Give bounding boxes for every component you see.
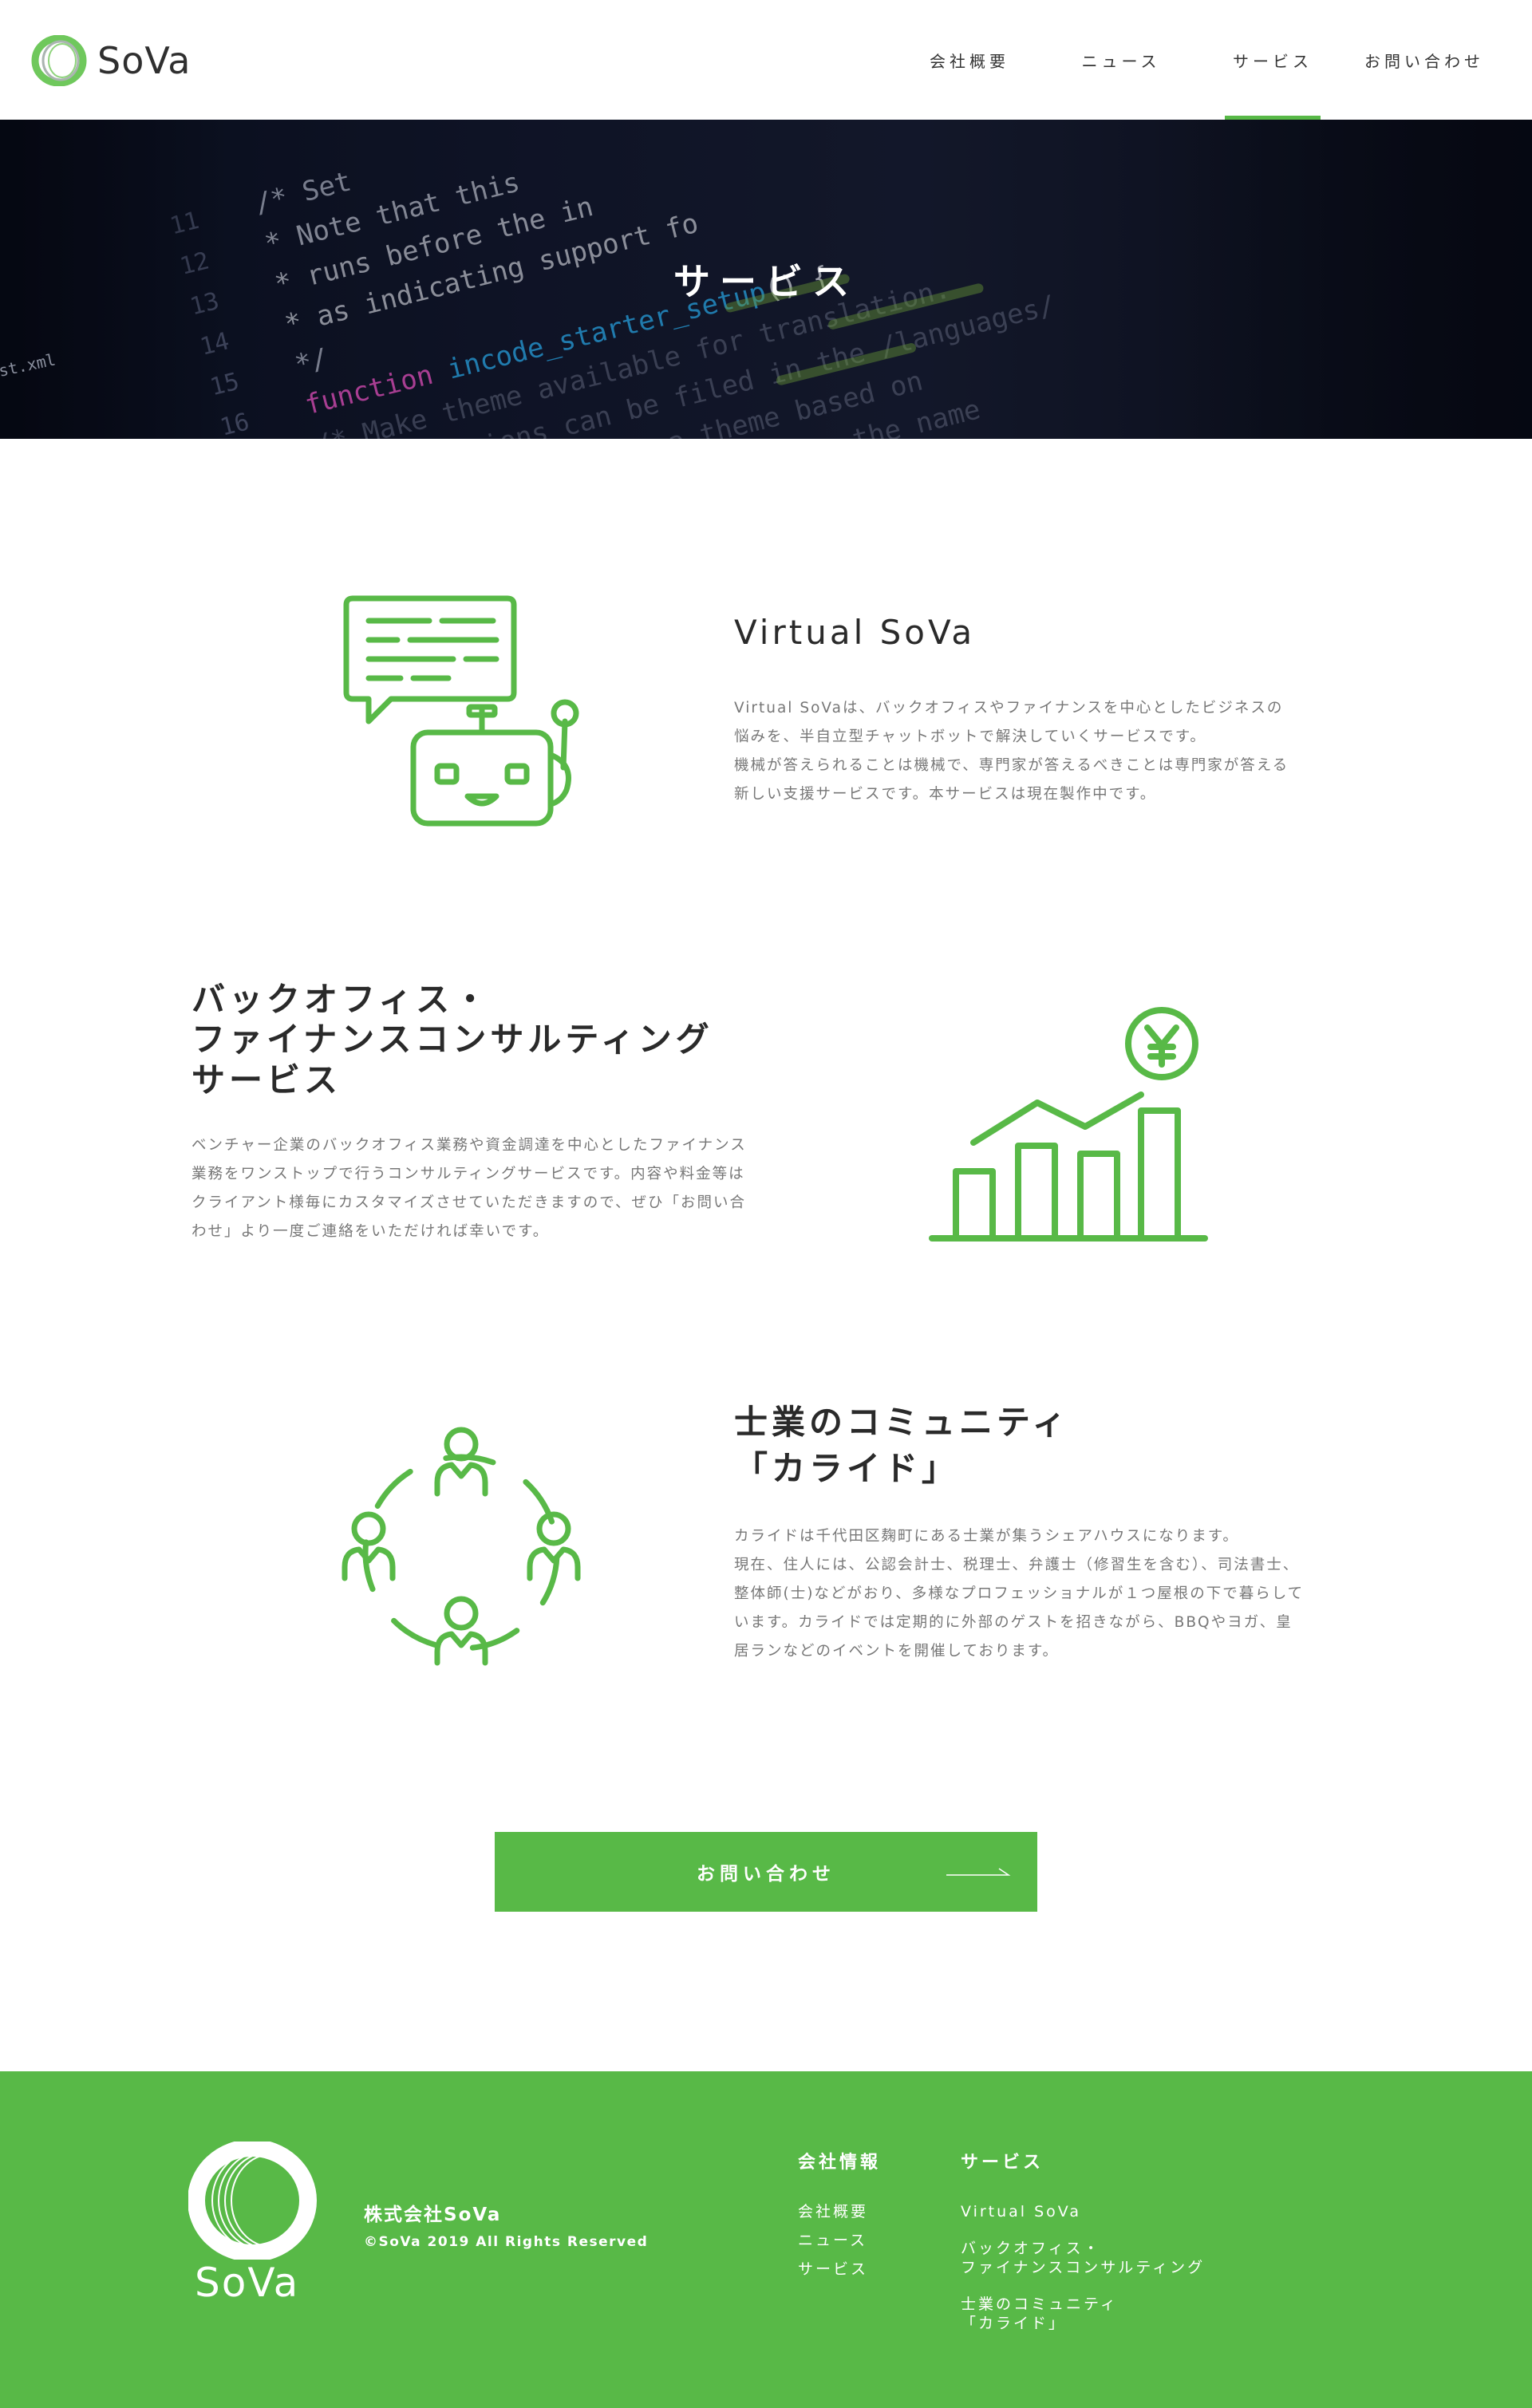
footer-link-virtual-sova[interactable]: Virtual SoVa [961,2202,1205,2221]
service-desc-kalide: カライドは千代田区麹町にある士業が集うシェアハウスになります。 現在、住人には、… [734,1528,1305,1660]
community-people-icon [342,1427,581,1666]
logo-wordmark: SoVa [97,39,192,82]
footer-link-kalide[interactable]: 士業のコミュニティ 「カライド」 [961,2295,1205,2333]
footer-link-company[interactable]: 会社概要 [798,2202,881,2221]
footer-logo-wordmark: SoVa [195,2260,300,2306]
service-title-kalide: 士業のコミュニティ 「カライド」 [734,1403,1070,1489]
page-title: サービス [673,260,859,303]
nav-item-contact[interactable]: お問い合わせ [1348,0,1532,120]
footer-col-title: サービス [961,2153,1044,2173]
service-desc-backoffice: ベンチャー企業のバックオフィス業務や資金調達を中心としたファイナンス 業務をワン… [192,1137,747,1240]
nav-item-services[interactable]: サービス [1197,0,1348,120]
arrow-right-icon [946,1868,1011,1876]
footer-link-services[interactable]: サービス [798,2260,881,2279]
chatbot-icon [343,595,579,827]
footer-link-backoffice[interactable]: バックオフィス・ ファイナンスコンサルティング [961,2239,1205,2277]
contact-button[interactable]: お問い合わせ [495,1832,1037,1912]
growth-chart-yen-icon [929,1007,1208,1242]
footer-col-services: サービス Virtual SoVa バックオフィス・ ファイナンスコンサルティン… [961,2148,1205,2343]
main-nav: 会社概要 ニュース サービス お問い合わせ [894,0,1532,120]
footer-link-news[interactable]: ニュース [798,2231,881,2250]
site-footer: SoVa 株式会社SoVa ©SoVa 2019 All Rights Rese… [0,2071,1532,2408]
site-logo[interactable]: SoVa [30,35,191,86]
footer-col-title: 会社情報 [798,2153,882,2173]
hero-banner: 11/* Set12 * Note that this13 * runs bef… [0,120,1532,439]
service-title-backoffice: バックオフィス・ ファイナンスコンサルティング サービス [192,980,713,1099]
service-title-virtual-sova: Virtual SoVa [734,613,976,652]
site-header: SoVa 会社概要 ニュース サービス お問い合わせ [0,0,1532,120]
footer-col-company: 会社情報 会社概要 ニュース サービス [798,2148,881,2288]
nav-item-company[interactable]: 会社概要 [894,0,1045,120]
footer-company-name: 株式会社SoVa [364,2205,502,2225]
nav-item-news[interactable]: ニュース [1045,0,1197,120]
sova-logo-icon [31,35,87,86]
service-desc-virtual-sova: Virtual SoVaは、バックオフィスやファイナンスを中心としたビジネスの … [734,700,1289,803]
footer-logo-icon[interactable] [188,2142,322,2260]
contact-button-label: お問い合わせ [697,1864,835,1885]
footer-copyright: ©SoVa 2019 All Rights Reserved [364,2234,649,2250]
